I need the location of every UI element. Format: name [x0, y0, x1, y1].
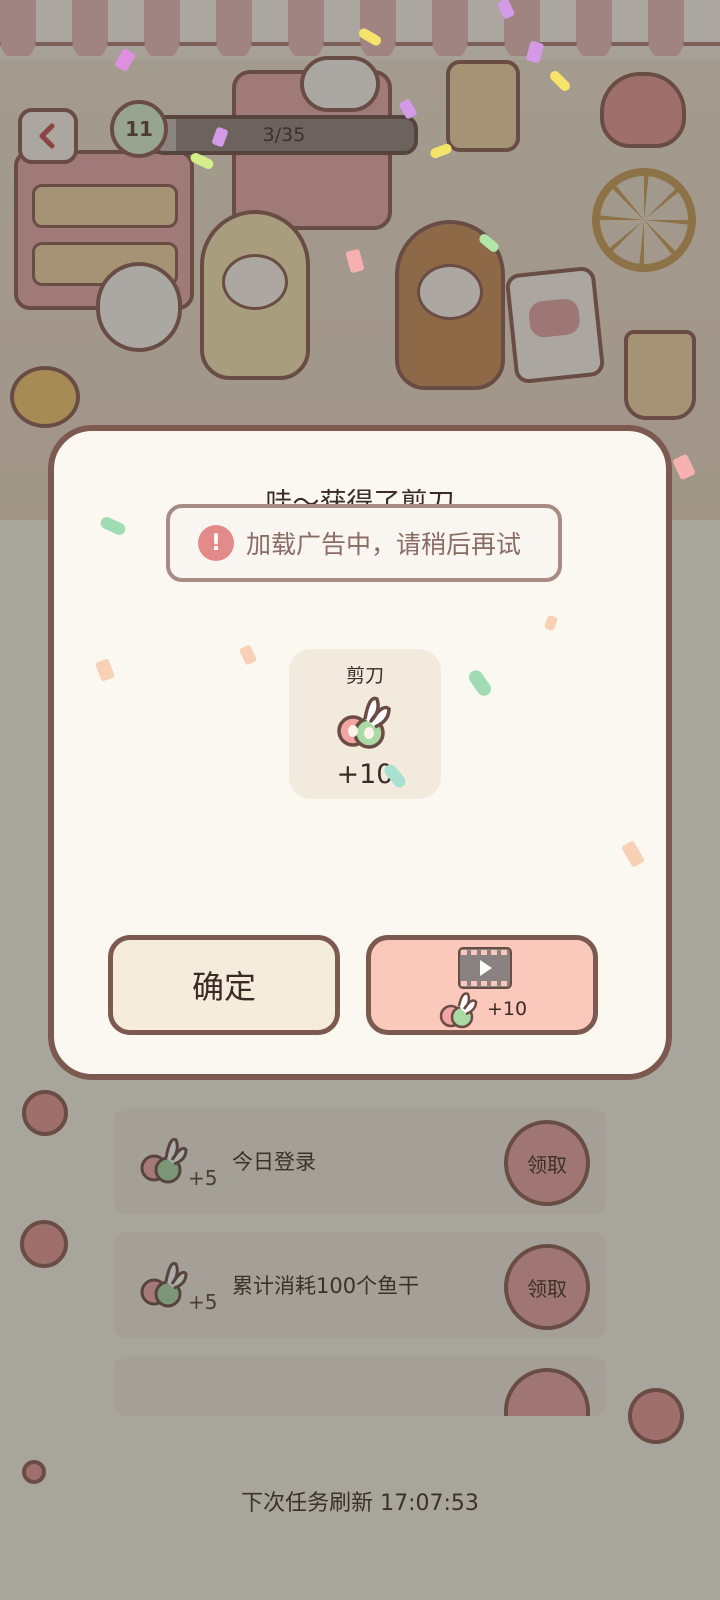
toast-text: 加载广告中，请稍后再试 — [246, 530, 522, 559]
scissors-icon — [439, 992, 478, 1029]
item-count: +10 — [336, 759, 394, 790]
item-name: 剪刀 — [345, 665, 384, 687]
exclamation-icon: ! — [198, 525, 234, 561]
ad-reward-count: +10 — [487, 998, 528, 1020]
scissors-icon — [337, 696, 391, 749]
watch-ad-double-reward-button[interactable]: +10 — [366, 935, 598, 1035]
reward-item-card: 剪刀 +10 — [289, 649, 441, 799]
reward-dialog: 哇～获得了剪刀 ! 加载广告中，请稍后再试 剪刀 +10 确定 — [48, 425, 672, 1080]
video-film-icon — [458, 947, 512, 989]
ad-loading-toast: ! 加载广告中，请稍后再试 — [166, 504, 562, 582]
confirm-button[interactable]: 确定 — [108, 935, 340, 1035]
